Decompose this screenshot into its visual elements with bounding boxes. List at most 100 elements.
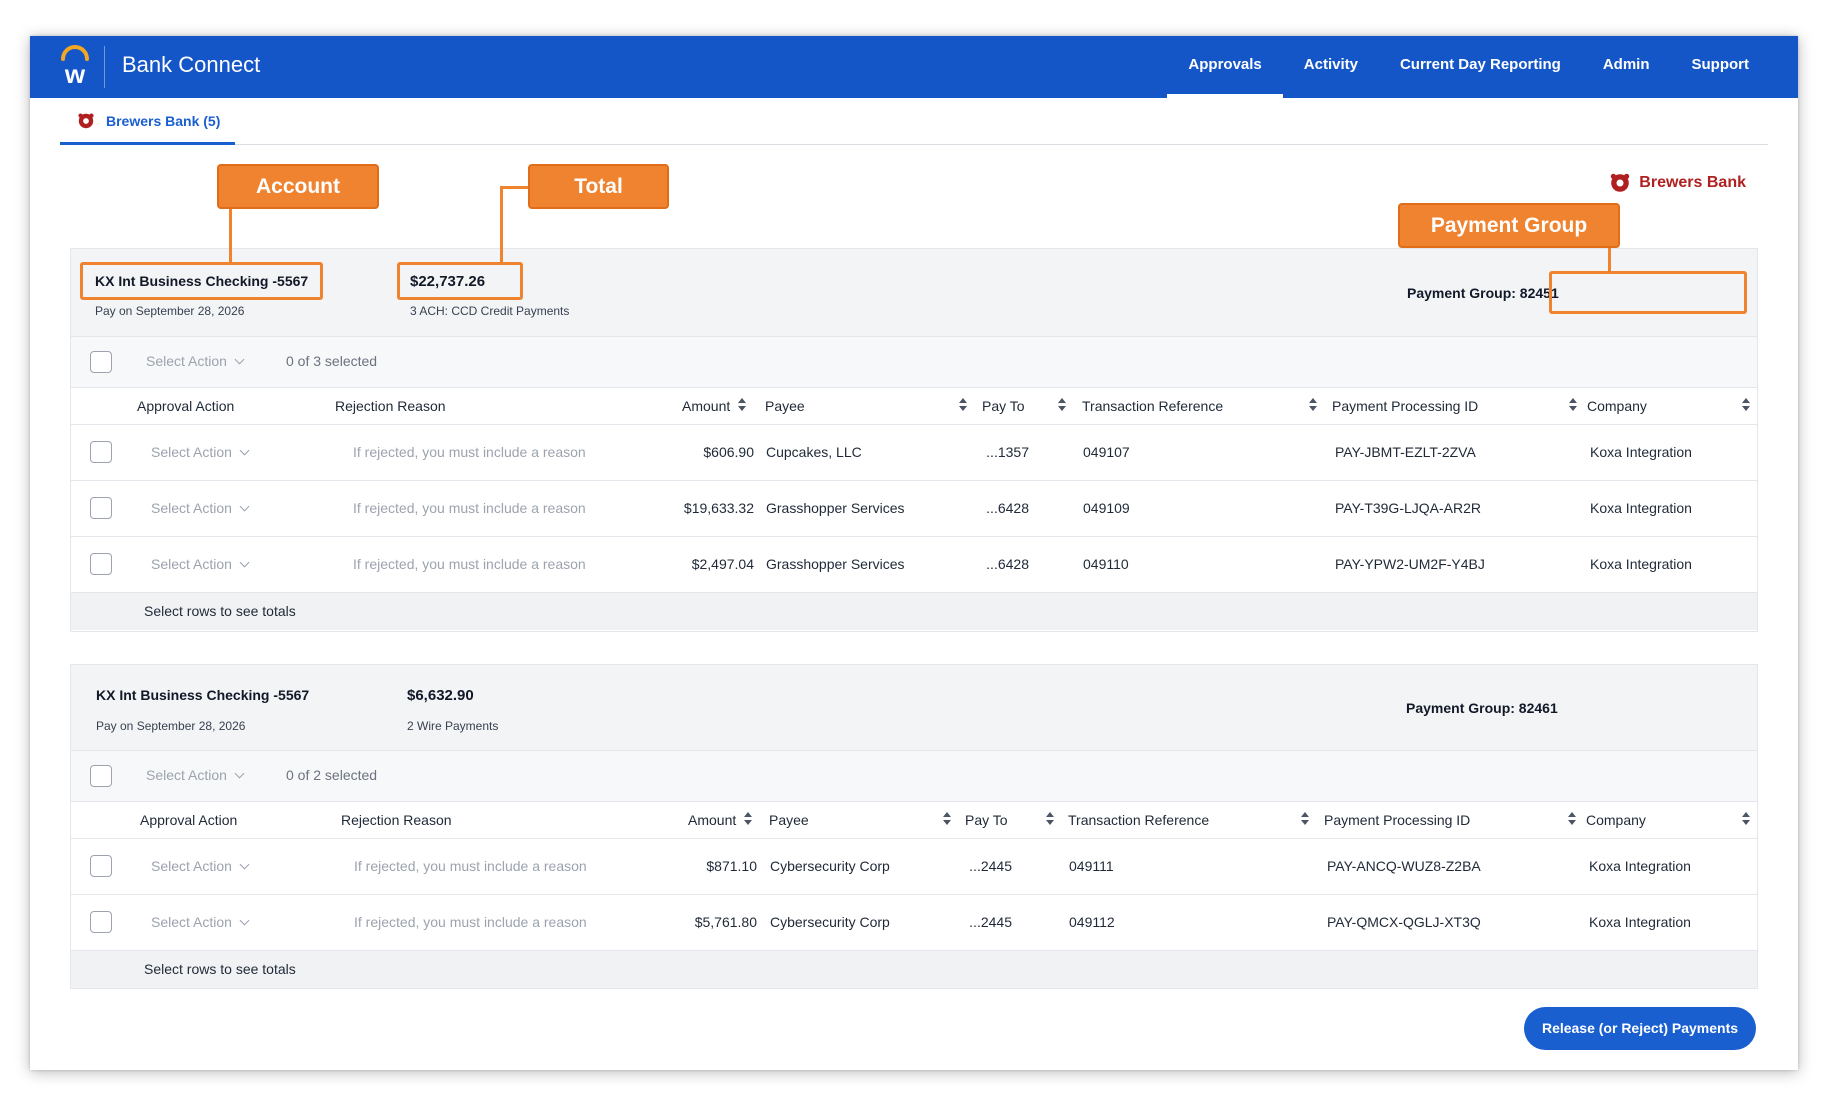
- row-checkbox[interactable]: [90, 497, 112, 519]
- nav-current-day-reporting[interactable]: Current Day Reporting: [1379, 36, 1582, 98]
- chevron-down-icon: [234, 768, 245, 779]
- company-cell: Koxa Integration: [1590, 556, 1692, 572]
- group-summary: KX Int Business Checking -5567 Pay on Se…: [71, 249, 1757, 337]
- chevron-down-icon: [234, 354, 245, 365]
- row-checkbox[interactable]: [90, 553, 112, 575]
- sort-payee-icon[interactable]: [943, 810, 951, 828]
- company-cell: Koxa Integration: [1590, 444, 1692, 460]
- chevron-down-icon: [239, 915, 250, 926]
- bank-tab-strip: Brewers Bank (5): [60, 98, 1768, 145]
- rejection-reason-input[interactable]: If rejected, you must include a reason: [353, 556, 586, 572]
- col-transaction-reference[interactable]: Transaction Reference: [1082, 398, 1223, 414]
- brewers-bank-logo-icon: [1611, 173, 1630, 192]
- col-approval-action: Approval Action: [137, 398, 235, 414]
- table-row: Select Action If rejected, you must incl…: [71, 425, 1757, 481]
- chevron-down-icon: [239, 501, 250, 512]
- row-checkbox[interactable]: [90, 855, 112, 877]
- account-callout: Account: [217, 164, 379, 209]
- row-select-action-dropdown[interactable]: Select Action: [151, 444, 250, 460]
- table-header: Approval Action Rejection Reason Amount …: [71, 388, 1757, 425]
- table-row: Select Action If rejected, you must incl…: [71, 839, 1757, 895]
- select-action-label: Select Action: [151, 914, 232, 930]
- col-amount[interactable]: Amount: [688, 812, 736, 828]
- transaction-reference-cell: 049109: [1083, 500, 1130, 516]
- total-connector-horizontal: [500, 186, 530, 189]
- select-action-label: Select Action: [151, 858, 232, 874]
- release-or-reject-payments-button[interactable]: Release (or Reject) Payments: [1524, 1007, 1756, 1050]
- rejection-reason-input[interactable]: If rejected, you must include a reason: [353, 500, 586, 516]
- bulk-select-action-dropdown[interactable]: Select Action: [146, 767, 245, 783]
- totals-hint: Select rows to see totals: [144, 603, 296, 619]
- col-rejection-reason: Rejection Reason: [341, 812, 452, 828]
- company-cell: Koxa Integration: [1589, 858, 1691, 874]
- select-all-checkbox[interactable]: [90, 351, 112, 373]
- col-company[interactable]: Company: [1586, 812, 1646, 828]
- select-action-label: Select Action: [151, 444, 232, 460]
- sort-company-icon[interactable]: [1742, 810, 1750, 828]
- col-pay-to[interactable]: Pay To: [965, 812, 1008, 828]
- total-connector-vertical: [500, 186, 503, 263]
- row-checkbox[interactable]: [90, 911, 112, 933]
- col-payment-processing-id[interactable]: Payment Processing ID: [1324, 812, 1470, 828]
- sort-payment-processing-id-icon[interactable]: [1569, 396, 1577, 414]
- total-highlight-box: [397, 262, 523, 300]
- row-select-action-dropdown[interactable]: Select Action: [151, 500, 250, 516]
- sort-pay-to-icon[interactable]: [1046, 810, 1054, 828]
- rejection-reason-input[interactable]: If rejected, you must include a reason: [354, 858, 587, 874]
- totals-footer: Select rows to see totals: [71, 951, 1757, 988]
- nav-support[interactable]: Support: [1671, 36, 1771, 98]
- sort-amount-icon[interactable]: [744, 810, 752, 828]
- transaction-reference-cell: 049112: [1069, 914, 1115, 930]
- amount-cell: $2,497.04: [691, 556, 754, 572]
- transaction-reference-cell: 049107: [1083, 444, 1130, 460]
- payee-cell: Cybersecurity Corp: [770, 858, 890, 874]
- nav-approvals[interactable]: Approvals: [1167, 36, 1284, 98]
- select-action-label: Select Action: [146, 767, 227, 783]
- select-action-label: Select Action: [151, 556, 232, 572]
- row-select-action-dropdown[interactable]: Select Action: [151, 858, 250, 874]
- row-checkbox[interactable]: [90, 441, 112, 463]
- payment-summary: 3 ACH: CCD Credit Payments: [410, 304, 570, 318]
- payment-group-1: KX Int Business Checking -5567 Pay on Se…: [70, 248, 1758, 632]
- payment-processing-id-cell: PAY-T39G-LJQA-AR2R: [1335, 500, 1482, 516]
- pay-to-cell: ...6428: [986, 556, 1029, 572]
- sort-transaction-reference-icon[interactable]: [1301, 810, 1309, 828]
- chevron-down-icon: [239, 859, 250, 870]
- bulk-select-action-dropdown[interactable]: Select Action: [146, 353, 245, 369]
- row-select-action-dropdown[interactable]: Select Action: [151, 556, 250, 572]
- payment-group-callout: Payment Group: [1398, 203, 1620, 248]
- sort-amount-icon[interactable]: [738, 396, 746, 414]
- payee-cell: Cybersecurity Corp: [770, 914, 890, 930]
- nav-activity[interactable]: Activity: [1283, 36, 1379, 98]
- col-payee[interactable]: Payee: [769, 812, 809, 828]
- select-all-checkbox[interactable]: [90, 765, 112, 787]
- bulk-action-bar: Select Action 0 of 3 selected: [71, 337, 1757, 388]
- bulk-action-bar: Select Action 0 of 2 selected: [71, 751, 1757, 802]
- rejection-reason-input[interactable]: If rejected, you must include a reason: [354, 914, 587, 930]
- logo-divider: [104, 46, 105, 88]
- chevron-down-icon: [239, 445, 250, 456]
- sort-pay-to-icon[interactable]: [1058, 396, 1066, 414]
- table-header: Approval Action Rejection Reason Amount …: [71, 802, 1757, 839]
- payment-processing-id-cell: PAY-JBMT-EZLT-2ZVA: [1335, 444, 1476, 460]
- tab-brewers-bank[interactable]: Brewers Bank (5): [60, 98, 235, 145]
- tab-label: Brewers Bank (5): [106, 113, 221, 129]
- top-bar: w Bank Connect Approvals Activity Curren…: [30, 36, 1798, 98]
- col-pay-to[interactable]: Pay To: [982, 398, 1025, 414]
- nav-admin[interactable]: Admin: [1582, 36, 1671, 98]
- col-payment-processing-id[interactable]: Payment Processing ID: [1332, 398, 1478, 414]
- col-company[interactable]: Company: [1587, 398, 1647, 414]
- col-amount[interactable]: Amount: [682, 398, 730, 414]
- totals-hint: Select rows to see totals: [144, 961, 296, 977]
- col-payee[interactable]: Payee: [765, 398, 805, 414]
- workday-logo-icon[interactable]: w: [52, 44, 98, 90]
- col-transaction-reference[interactable]: Transaction Reference: [1068, 812, 1209, 828]
- sort-company-icon[interactable]: [1742, 396, 1750, 414]
- row-select-action-dropdown[interactable]: Select Action: [151, 914, 250, 930]
- rejection-reason-input[interactable]: If rejected, you must include a reason: [353, 444, 586, 460]
- sort-payment-processing-id-icon[interactable]: [1568, 810, 1576, 828]
- sort-payee-icon[interactable]: [959, 396, 967, 414]
- pay-to-cell: ...1357: [986, 444, 1029, 460]
- sort-transaction-reference-icon[interactable]: [1309, 396, 1317, 414]
- select-action-label: Select Action: [146, 353, 227, 369]
